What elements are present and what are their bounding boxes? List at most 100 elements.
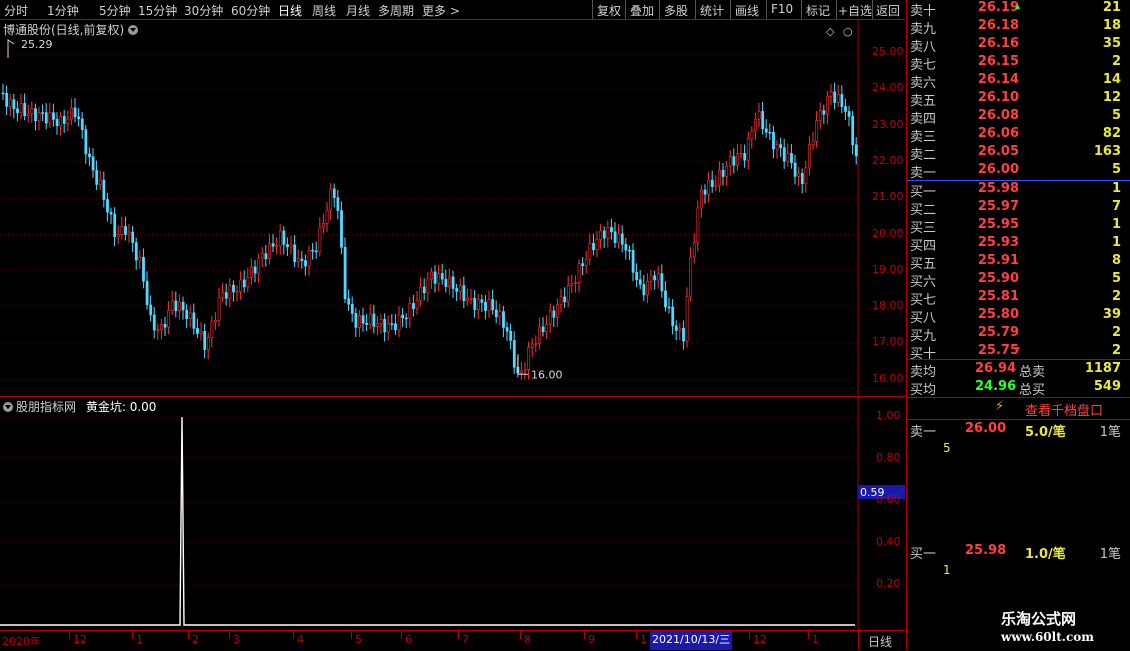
indicator-chart[interactable] <box>0 396 905 630</box>
ask-volume: 21 <box>1102 0 1121 15</box>
candle-body <box>498 311 502 318</box>
ask-row[interactable]: 卖四 26.08 5 <box>907 108 1130 127</box>
ask-row[interactable]: 卖五 26.10 12 <box>907 90 1130 109</box>
bid-level: 买九 <box>910 329 937 344</box>
f10-button[interactable]: F10 <box>771 2 793 16</box>
candle-body <box>570 283 574 286</box>
candle-body <box>728 156 732 167</box>
bid-row[interactable]: 买九 25.79 2 <box>907 325 1130 344</box>
candle-body <box>682 327 685 342</box>
candle-body <box>815 120 819 142</box>
candle-body <box>84 129 88 155</box>
candle-body <box>152 314 156 331</box>
statistics-button[interactable]: 统计 <box>700 2 724 19</box>
candle-body <box>610 227 613 233</box>
indicator-line <box>0 416 855 626</box>
candle-body <box>840 94 844 107</box>
period-switch[interactable]: 日线 <box>858 631 906 650</box>
period-tab-5min[interactable]: 5分钟 <box>99 2 131 19</box>
period-tab-1min[interactable]: 1分钟 <box>47 2 79 19</box>
candle-body <box>296 258 300 263</box>
candle-body <box>181 301 185 311</box>
candle-body <box>106 199 109 213</box>
period-tab-multi[interactable]: 多周期 <box>378 2 414 19</box>
dropdown-icon[interactable] <box>3 402 13 412</box>
view-thousand-button[interactable]: 查看千档盘口 <box>1025 400 1103 419</box>
ask-row[interactable]: 卖一 26.00 5 <box>907 162 1130 181</box>
candle-body <box>196 328 199 334</box>
candle-body <box>307 250 311 267</box>
period-tab-daily[interactable]: 日线 <box>278 2 302 19</box>
candle-body <box>232 284 235 293</box>
bid-volume: 1 <box>1111 235 1121 250</box>
price-tick: 21.00 <box>872 190 904 204</box>
indicator-tick: 0.20 <box>876 577 901 590</box>
bid-level: 买七 <box>910 293 937 308</box>
back-button[interactable]: 返回 <box>876 2 900 19</box>
candle-body <box>142 257 145 282</box>
candle-body <box>642 284 646 296</box>
candle-body <box>480 299 484 303</box>
ask-row[interactable]: 卖二 26.05 163 <box>907 144 1130 163</box>
watermark-title: 乐淘公式网 <box>1001 610 1077 628</box>
candle-body <box>635 272 639 281</box>
time-tick <box>293 631 294 639</box>
period-tab-more[interactable]: 更多 > <box>422 2 460 19</box>
period-tab-weekly[interactable]: 周线 <box>312 2 336 19</box>
ask-row[interactable]: 卖八 26.16 35 <box>907 36 1130 55</box>
candle-body <box>91 156 95 171</box>
ask-row[interactable]: 卖六 26.14 14 <box>907 72 1130 91</box>
bid-level: 买二 <box>910 203 937 218</box>
price-tick: 17.00 <box>872 335 904 349</box>
candle-body <box>336 197 340 211</box>
bid-row[interactable]: 买五 25.91 8 <box>907 253 1130 272</box>
ask-level: 卖七 <box>910 58 937 73</box>
bid-row[interactable]: 买四 25.93 1 <box>907 235 1130 254</box>
bid-level: 买三 <box>910 221 937 236</box>
candle-body <box>98 179 102 185</box>
candle-body <box>404 317 408 320</box>
period-tab-60min[interactable]: 60分钟 <box>231 2 270 19</box>
bid-total-label: 总买 <box>1019 383 1046 398</box>
multi-stock-button[interactable]: 多股 <box>664 2 688 19</box>
bid-level: 买四 <box>910 239 937 254</box>
bid-row[interactable]: 买二 25.97 7 <box>907 199 1130 218</box>
bid-row[interactable]: 买八 25.80 39 <box>907 307 1130 326</box>
down-arrow-icon: ▾ <box>1015 344 1021 355</box>
bid-row[interactable]: 买三 25.95 1 <box>907 217 1130 236</box>
restore-rights-button[interactable]: 复权 <box>597 2 621 19</box>
bid-row[interactable]: 买七 25.81 2 <box>907 289 1130 308</box>
candle-body <box>394 323 397 331</box>
detail-ask-qty: 5 <box>943 441 951 455</box>
period-tab-timeshare[interactable]: 分时 <box>4 2 28 19</box>
period-tab-monthly[interactable]: 月线 <box>346 2 370 19</box>
draw-line-button[interactable]: 画线 <box>735 2 759 19</box>
candle-body <box>692 242 696 258</box>
candle-body <box>476 299 480 310</box>
ask-row[interactable]: 卖九 26.18 18 <box>907 18 1130 37</box>
add-watchlist-button[interactable]: +自选 <box>838 2 872 19</box>
bid-row[interactable]: 买一 25.98 1 <box>907 181 1130 200</box>
candle-body <box>5 92 9 107</box>
candle-body <box>772 131 775 150</box>
ask-level: 卖十 <box>910 4 937 19</box>
dropdown-icon[interactable] <box>128 25 139 35</box>
price-tick: 24.00 <box>872 81 904 95</box>
period-tab-30min[interactable]: 30分钟 <box>184 2 223 19</box>
bid-row[interactable]: 买六 25.90 5 <box>907 271 1130 290</box>
candle-body <box>62 115 66 124</box>
overlay-button[interactable]: 叠加 <box>630 2 654 19</box>
candle-body <box>44 112 48 124</box>
mark-button[interactable]: 标记 <box>806 2 830 19</box>
ask-row[interactable]: 卖三 26.06 82 <box>907 126 1130 145</box>
ask-row[interactable]: 卖七 26.15 2 <box>907 54 1130 73</box>
candle-body <box>246 277 250 288</box>
toolbar-divider <box>766 0 767 19</box>
candle-body <box>750 130 754 140</box>
candle-body <box>48 112 52 124</box>
candle-body <box>314 250 318 253</box>
stock-title: 博通股份(日线,前复权) <box>3 23 125 37</box>
low-marker-arrow <box>517 354 528 375</box>
kline-chart[interactable]: 25.29 16.00 ◇ ○ <box>0 20 905 396</box>
period-tab-15min[interactable]: 15分钟 <box>138 2 177 19</box>
